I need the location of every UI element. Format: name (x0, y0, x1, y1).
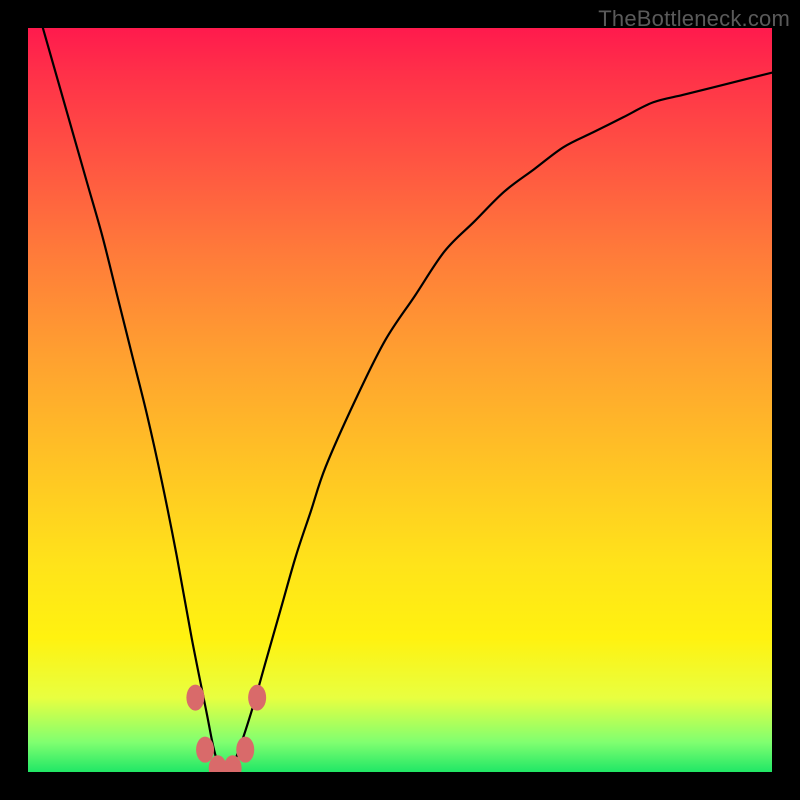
bottleneck-curve-line (43, 28, 772, 772)
curve-marker-dot (196, 737, 214, 763)
curve-marker-dot (248, 685, 266, 711)
curve-marker-group (186, 685, 266, 772)
bottleneck-curve-svg (28, 28, 772, 772)
chart-plot-area (28, 28, 772, 772)
curve-marker-dot (186, 685, 204, 711)
curve-marker-dot (236, 737, 254, 763)
curve-marker-dot (209, 755, 227, 772)
curve-marker-dot (224, 755, 242, 772)
